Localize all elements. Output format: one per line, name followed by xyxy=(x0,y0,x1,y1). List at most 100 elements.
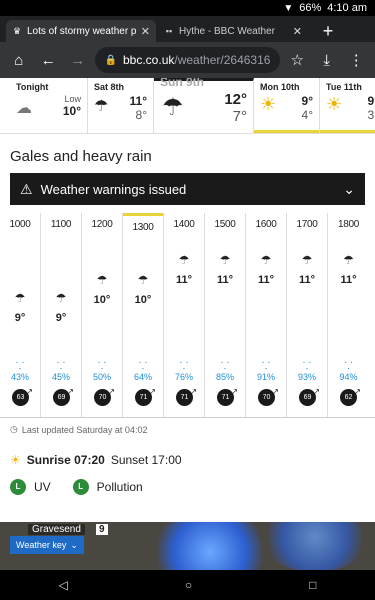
high-temp: 9° xyxy=(367,94,375,108)
tab-stormy-weather[interactable]: ♛ Lots of stormy weather pote ✕ xyxy=(6,20,156,42)
day-tue[interactable]: Tue 11th ☀ 9° 3° xyxy=(320,78,375,133)
rain-chance: 76% xyxy=(174,372,193,382)
day-sun[interactable]: Sun 9th ☂ 12° 7° xyxy=(154,78,254,133)
environment-indices: L UV L Pollution xyxy=(10,479,375,495)
heavy-rain-icon: ☂ xyxy=(94,98,109,115)
day-tonight[interactable]: Tonight ☁ Low 10° xyxy=(10,78,88,133)
home-icon[interactable]: ⌂ xyxy=(6,52,32,69)
hour-slot[interactable]: 1400 ☂ 11° ⸪ 76% 71 xyxy=(164,213,205,417)
forward-icon[interactable]: → xyxy=(65,52,91,69)
uv-index[interactable]: L UV xyxy=(10,479,51,495)
hour-time: 1000 xyxy=(9,219,31,230)
tab-hythe-bbc[interactable]: ▪▪ Hythe - BBC Weather ✕ xyxy=(158,20,308,42)
high-temp: 9° xyxy=(301,94,313,108)
hour-time: 1600 xyxy=(255,219,277,230)
level-badge: L xyxy=(72,479,89,495)
home-circle-icon[interactable]: ○ xyxy=(185,578,192,592)
weather-key-label: Weather key xyxy=(16,540,67,550)
hour-slot[interactable]: 1100 ☂ 9° ⸪ 45% 69 xyxy=(41,213,82,417)
raindrops-icon: ⸪ xyxy=(179,361,189,372)
hour-temp: 11° xyxy=(298,274,316,286)
day-name: Sun 9th xyxy=(160,78,204,89)
crown-icon: ♛ xyxy=(12,26,22,36)
hour-time: 1800 xyxy=(337,219,360,230)
wind-speed: 63 xyxy=(12,383,33,406)
raindrops-icon: ⸪ xyxy=(302,361,312,372)
chevron-down-icon: ⌄ xyxy=(70,539,78,550)
day-underline xyxy=(254,130,319,133)
hour-slot[interactable]: 1500 ☂ 11° ⸪ 85% 71 xyxy=(205,213,246,417)
pollution-index[interactable]: L Pollution xyxy=(72,479,143,495)
heavy-rain-icon: ☂ xyxy=(162,94,184,121)
hour-temp: 11° xyxy=(216,274,234,286)
heavy-rain-icon: ☂ xyxy=(260,253,272,267)
hour-slot-selected[interactable]: 1300 ☂ 10° ⸪ 64% 71 xyxy=(123,213,164,417)
rain-chance: 94% xyxy=(339,372,358,382)
map-place-temp: 9 xyxy=(96,524,108,535)
rain-chance: 64% xyxy=(133,372,152,382)
hour-slot[interactable]: 1800 ☂ 11° ⸪ 94% 62 xyxy=(328,213,369,417)
new-tab-button[interactable]: + xyxy=(314,20,342,42)
day-name: Tonight xyxy=(16,82,49,92)
back-triangle-icon[interactable]: ◁ xyxy=(59,578,68,592)
wind-speed: 70 xyxy=(258,383,279,406)
day-sat[interactable]: Sat 8th ☂ 11° 8° xyxy=(88,78,154,133)
hour-slot[interactable]: 1200 ☂ 10° ⸪ 50% 70 xyxy=(82,213,123,417)
hour-temp: 11° xyxy=(175,274,193,286)
low-temp: 7° xyxy=(232,108,247,125)
close-tab-icon[interactable]: ✕ xyxy=(293,25,302,38)
daily-forecast-strip: Tonight ☁ Low 10° Sat 8th ☂ 11° 8° Sun 9… xyxy=(0,78,375,134)
heavy-rain-icon: ☂ xyxy=(137,273,149,287)
recents-square-icon[interactable]: □ xyxy=(309,578,316,592)
weather-key-button[interactable]: Weather key ⌄ xyxy=(10,536,84,554)
bookmark-star-icon[interactable]: ☆ xyxy=(284,51,310,69)
heavy-rain-icon: ☂ xyxy=(178,253,190,267)
index-label: UV xyxy=(34,480,51,494)
rain-radar-blob xyxy=(260,522,370,570)
hour-slot[interactable]: 1600 ☂ 11° ⸪ 91% 70 xyxy=(246,213,287,417)
heavy-rain-icon: ☂ xyxy=(55,291,67,305)
day-mon[interactable]: Mon 10th ☀ 9° 4° xyxy=(254,78,320,133)
hour-slot[interactable]: 1700 ☂ 11° ⸪ 93% 69 xyxy=(287,213,328,417)
wind-speed: 69 xyxy=(53,383,74,406)
high-temp: 11° xyxy=(129,94,147,108)
rain-chance: 85% xyxy=(215,372,234,382)
raindrops-icon: ⸪ xyxy=(15,361,25,372)
hour-time: 1100 xyxy=(50,219,72,230)
weather-warning-bar[interactable]: ⚠ Weather warnings issued ⌄ xyxy=(10,173,365,205)
status-bar: ▼ 66% 4:10 am xyxy=(0,0,375,16)
hour-temp: 9° xyxy=(14,312,26,324)
wifi-icon: ▼ xyxy=(283,2,294,14)
download-icon[interactable]: ⤓ xyxy=(314,52,340,69)
wind-speed: 71 xyxy=(135,383,156,406)
android-nav-bar: ◁ ○ □ xyxy=(0,570,375,600)
heavy-rain-icon: ☂ xyxy=(301,253,313,267)
address-bar[interactable]: 🔒 bbc.co.uk/weather/2646316 xyxy=(94,47,281,73)
hour-time: 1500 xyxy=(214,219,236,230)
map-place-label: Gravesend xyxy=(28,524,85,535)
radar-map[interactable]: Gravesend 9 Weather key ⌄ xyxy=(0,522,375,570)
low-temp: 10° xyxy=(62,104,81,118)
hour-time: 1400 xyxy=(173,219,195,230)
high-temp: 12° xyxy=(224,91,247,108)
raindrops-icon: ⸪ xyxy=(56,361,66,372)
heavy-rain-icon: ☂ xyxy=(96,273,108,287)
wind-speed: 71 xyxy=(217,383,238,406)
rain-night-icon: ☂ xyxy=(343,253,354,267)
rain-chance: 50% xyxy=(92,372,111,382)
low-temp: 8° xyxy=(135,108,147,122)
hourly-forecast: 1000 ☂ 9° ⸪ 43% 63 1100 ☂ 9° ⸪ 45% 69 12… xyxy=(0,213,375,418)
hour-slot[interactable]: 1000 ☂ 9° ⸪ 43% 63 xyxy=(0,213,41,417)
sun-cloud-icon: ☀ xyxy=(326,94,343,114)
index-label: Pollution xyxy=(96,480,143,494)
clock-icon: ◷ xyxy=(10,424,18,434)
rain-chance: 45% xyxy=(51,372,70,382)
menu-icon[interactable]: ⋮ xyxy=(343,51,369,69)
browser-toolbar: ⌂ ← → 🔒 bbc.co.uk/weather/2646316 ☆ ⤓ ⋮ xyxy=(0,42,375,78)
tab-title: Lots of stormy weather pote xyxy=(27,25,136,37)
back-icon[interactable]: ← xyxy=(36,52,62,69)
rain-chance: 43% xyxy=(10,372,29,382)
sunrise-icon: ☀ xyxy=(10,453,21,467)
close-tab-icon[interactable]: ✕ xyxy=(141,25,150,38)
heavy-rain-icon: ☂ xyxy=(14,291,26,305)
